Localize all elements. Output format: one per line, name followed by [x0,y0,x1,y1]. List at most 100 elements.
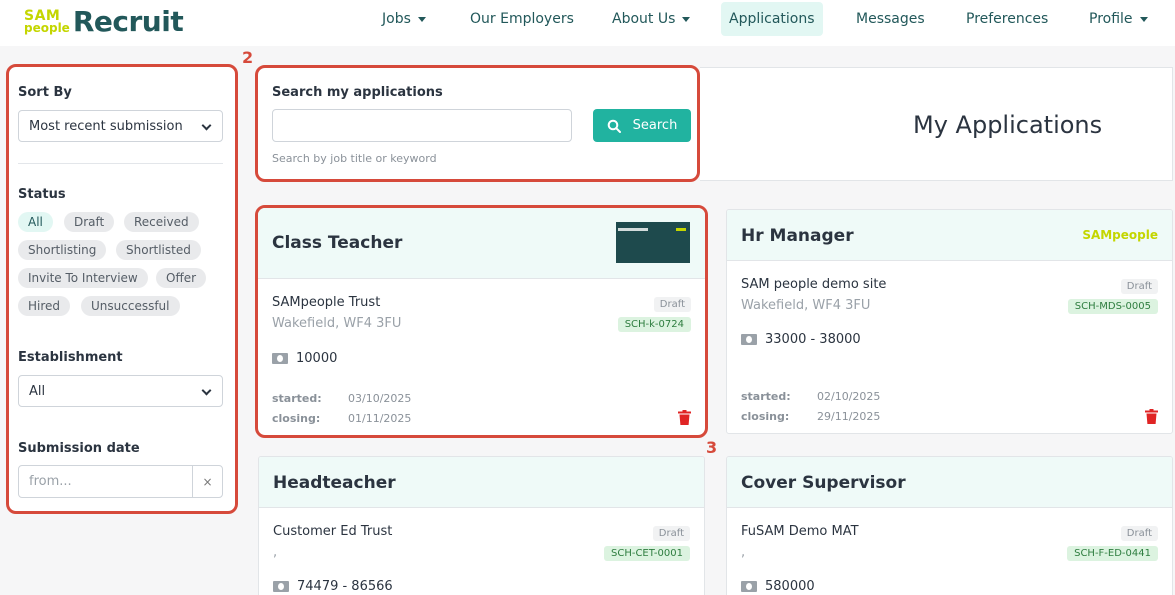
job-location: Wakefield, WF4 3FU [272,316,402,331]
card-header: Class Teacher [258,208,705,279]
started-label: started: [741,390,791,403]
job-title[interactable]: Hr Manager [741,226,854,246]
job-title[interactable]: Class Teacher [272,233,402,253]
job-location: Wakefield, WF4 3FU [741,298,871,313]
status-pill-unsuccessful[interactable]: Unsuccessful [81,296,180,316]
card-header: Headteacher [259,457,704,508]
chevron-down-icon [201,120,212,131]
status-pill-shortlisting[interactable]: Shortlisting [18,240,107,260]
employer-logo: SAMpeople [1082,228,1158,242]
status-badge: Draft [653,297,691,312]
status-pill-draft[interactable]: Draft [64,212,115,232]
sort-by-select[interactable]: Most recent submission [18,110,223,142]
closing-date: 29/11/2025 [817,410,881,423]
started-date: 02/10/2025 [817,390,881,403]
job-reference-badge: SCH-CET-0001 [603,546,690,561]
started-label: started: [272,392,322,405]
sam-people-logo-mark: SAM people [24,9,70,34]
status-badge: Draft [1120,526,1158,541]
establishment-label: Establishment [18,350,123,365]
search-button[interactable]: Search [593,109,691,142]
nav-profile-label: Profile [1089,11,1133,27]
logo-people-text: people [24,20,70,35]
closing-date: 01/11/2025 [348,412,412,425]
status-pill-offer[interactable]: Offer [156,268,207,288]
sort-by-value: Most recent submission [29,118,183,134]
nav-our-employers[interactable]: Our Employers [470,2,574,36]
nav-jobs-label: Jobs [382,11,411,27]
money-icon [741,581,757,592]
job-title[interactable]: Cover Supervisor [741,473,906,493]
salary: 580000 [741,579,815,594]
salary-value: 33000 - 38000 [765,332,861,347]
chevron-down-icon [417,16,426,22]
search-icon [607,119,621,133]
search-label: Search my applications [272,85,443,100]
annotation-2: 2 [242,48,254,67]
status-pill-shortlisted[interactable]: Shortlisted [116,240,201,260]
nav-applications-label: Applications [729,11,815,27]
employer-name: SAM people demo site [741,277,887,292]
page-title-card: My Applications [700,67,1173,181]
salary-value: 10000 [296,351,338,366]
top-navbar: SAM people Recruit Jobs Our Employers Ab… [0,0,1175,46]
card-header: Hr Manager SAMpeople [727,210,1172,261]
submission-date-field: × [18,465,223,498]
started-date: 03/10/2025 [348,392,412,405]
establishment-select[interactable]: All [18,375,223,407]
nav-about-us[interactable]: About Us [612,2,691,36]
nav-messages-label: Messages [856,11,925,27]
chevron-down-icon [1139,16,1148,22]
money-icon [273,581,289,592]
salary-value: 580000 [765,579,815,594]
trash-icon[interactable] [678,410,691,425]
logo-recruit-text: Recruit [72,4,184,38]
application-card[interactable]: Class Teacher SAMpeople Trust Wakefield,… [255,205,708,438]
status-pill-received[interactable]: Received [124,212,199,232]
closing-label: closing: [741,410,790,423]
salary: 33000 - 38000 [741,332,861,347]
status-pill-hired[interactable]: Hired [18,296,71,316]
job-title[interactable]: Headteacher [273,473,396,493]
search-button-label: Search [632,118,678,133]
chevron-down-icon [201,385,212,396]
status-badge: Draft [1120,279,1158,294]
nav-preferences[interactable]: Preferences [966,2,1048,36]
card-header: Cover Supervisor [727,457,1172,508]
nav-about-label: About Us [612,11,676,27]
salary-value: 74479 - 86566 [297,579,393,594]
status-pill-invite-to-interview[interactable]: Invite To Interview [18,268,148,288]
application-card[interactable]: Headteacher Customer Ed Trust , Draft SC… [258,456,705,595]
clear-date-button[interactable]: × [192,466,222,497]
nav-profile[interactable]: Profile [1089,2,1148,36]
date-from-input[interactable] [19,466,193,497]
search-card: Search my applications Search Search by … [255,65,700,182]
submission-date-label: Submission date [18,441,140,456]
salary: 10000 [272,351,337,366]
divider [18,163,223,164]
nav-applications[interactable]: Applications [721,2,823,36]
search-input[interactable] [272,109,572,142]
nav-jobs[interactable]: Jobs [382,2,426,36]
job-location: , [273,545,278,560]
trash-icon[interactable] [1145,409,1158,424]
chevron-down-icon [682,16,691,22]
money-icon [272,353,288,364]
money-icon [741,334,757,345]
site-logo[interactable]: SAM people Recruit [24,4,184,38]
nav-messages[interactable]: Messages [856,2,925,36]
job-location: , [741,545,746,560]
page-title: My Applications [913,111,1103,139]
employer-name: FuSAM Demo MAT [741,524,859,539]
sort-by-label: Sort By [18,85,72,100]
salary: 74479 - 86566 [273,579,393,594]
filters-panel: Sort By Most recent submission Status Al… [6,64,238,514]
nav-preferences-label: Preferences [966,11,1049,27]
job-reference-badge: SCH-F-ED-0441 [1067,546,1158,561]
closing-label: closing: [272,412,321,425]
application-card[interactable]: Cover Supervisor FuSAM Demo MAT , Draft … [726,456,1173,595]
status-pill-all[interactable]: All [18,212,53,232]
employer-thumbnail [616,222,690,263]
application-card[interactable]: Hr Manager SAMpeople SAM people demo sit… [726,209,1173,434]
job-reference-badge: SCH-MDS-0005 [1067,299,1158,314]
